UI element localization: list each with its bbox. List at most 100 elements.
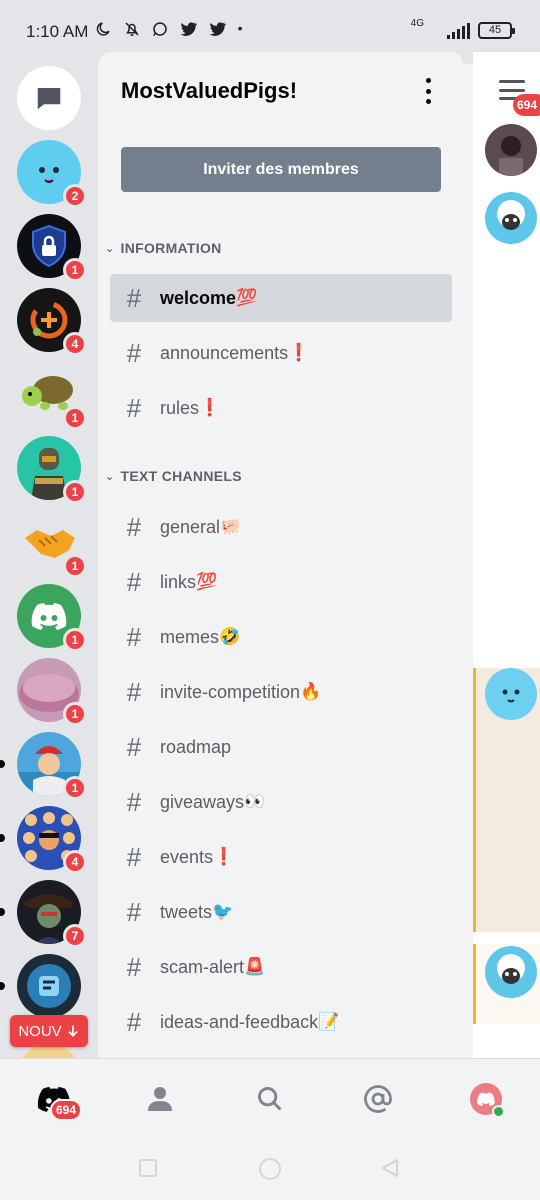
channel-memes[interactable]: # memes 🤣	[110, 613, 452, 661]
bell-off-icon	[125, 22, 139, 36]
server-badge: 4	[63, 850, 87, 874]
status-notification-icons: •	[94, 20, 249, 40]
channel-label: events	[160, 846, 214, 867]
channel-label: welcome	[160, 287, 237, 308]
server-rail: 2 1 4 1 1 1 1 1 1 4 7	[0, 52, 98, 1058]
server-icon[interactable]: 1	[17, 510, 87, 578]
channel-label: general	[160, 516, 221, 537]
discord-logo-icon	[477, 1092, 495, 1106]
hashtag-icon: #	[126, 282, 142, 313]
channel-label: tweets	[160, 901, 213, 922]
server-icon[interactable]: 7	[0, 880, 87, 948]
at-sign-icon	[364, 1085, 392, 1113]
server-icon[interactable]: 1	[0, 732, 87, 800]
chat-peek-panel[interactable]: 694	[473, 52, 540, 1058]
nav-friends[interactable]	[142, 1079, 182, 1119]
server-icon[interactable]: 1	[17, 214, 87, 282]
channel-invite-competition[interactable]: # invite-competition 🔥	[110, 668, 452, 716]
unread-dot	[0, 908, 5, 916]
invite-members-button[interactable]: Inviter des membres	[121, 147, 441, 192]
server-icon[interactable]: 4	[0, 806, 87, 874]
hashtag-icon: #	[126, 786, 142, 817]
server-badge: 1	[63, 480, 87, 504]
hashtag-icon: #	[126, 676, 142, 707]
moon-icon	[96, 22, 110, 36]
channel-emoji: 💯	[236, 288, 258, 307]
server-icon[interactable]	[0, 954, 81, 1018]
message-avatar[interactable]	[485, 946, 537, 998]
channel-emoji: 🐖	[220, 517, 242, 536]
unread-dot	[0, 834, 5, 842]
channel-welcome[interactable]: # welcome 💯	[110, 274, 452, 322]
nav-profile[interactable]	[466, 1079, 506, 1119]
channel-label: rules	[160, 397, 200, 418]
blue-face-icon	[502, 689, 520, 703]
online-status-dot	[492, 1105, 505, 1118]
new-unreads-button[interactable]: NOUV	[10, 1015, 88, 1047]
channel-general[interactable]: # general 🐖	[110, 503, 452, 551]
category-information[interactable]: ⌄ INFORMATION	[105, 240, 222, 256]
hashtag-icon: #	[126, 511, 142, 542]
bottom-navigation: 694	[0, 1058, 540, 1136]
nav-mentions[interactable]	[358, 1079, 398, 1119]
back-icon[interactable]	[380, 1158, 400, 1178]
system-navigation-bar	[0, 1136, 540, 1200]
more-options-icon[interactable]	[423, 78, 433, 104]
friends-icon	[148, 1087, 172, 1111]
server-badge: 1	[63, 258, 87, 282]
channel-emoji: ❗	[288, 343, 310, 362]
channel-links[interactable]: # links 💯	[110, 558, 452, 606]
server-icon[interactable]: 4	[17, 288, 87, 356]
channel-emoji: ❗	[199, 398, 221, 417]
direct-messages-avatar	[17, 66, 81, 130]
status-time: 1:10 AM	[26, 22, 89, 41]
channel-scam-alert[interactable]: # scam-alert 🚨	[110, 943, 452, 991]
channel-emoji: 🤣	[219, 627, 241, 646]
recent-apps-icon[interactable]	[138, 1158, 158, 1178]
chat-bubble-icon	[37, 88, 61, 110]
channel-emoji: 📝	[318, 1012, 340, 1031]
hashtag-icon: #	[126, 731, 142, 762]
sheep-icon	[497, 200, 525, 230]
home-button-icon[interactable]	[257, 1156, 283, 1182]
nav-search[interactable]	[250, 1079, 290, 1119]
direct-messages-button[interactable]	[17, 66, 81, 130]
unread-dot	[0, 982, 5, 990]
channel-panel: MostValuedPigs! Inviter des membres ⌄ IN…	[99, 52, 463, 1058]
server-icon[interactable]: 1	[17, 362, 87, 430]
hashtag-icon: #	[126, 621, 142, 652]
message-avatar[interactable]	[485, 124, 537, 176]
server-badge: 1	[63, 554, 87, 578]
channel-roadmap[interactable]: # roadmap	[110, 723, 452, 771]
channel-emoji: 🔥	[300, 682, 322, 701]
server-icon[interactable]: 1	[17, 658, 87, 726]
arrow-down-icon	[67, 1025, 78, 1037]
server-name[interactable]: MostValuedPigs!	[121, 78, 297, 104]
twitter-icon	[180, 22, 198, 36]
chevron-down-icon: ⌄	[105, 242, 115, 255]
channel-label: ideas-and-feedback	[160, 1011, 319, 1032]
network-type: 4G	[410, 18, 424, 29]
server-icon[interactable]: 1	[17, 436, 87, 504]
message-avatar[interactable]	[485, 192, 537, 244]
search-icon	[258, 1087, 282, 1111]
channel-giveaways[interactable]: # giveaways 👀	[110, 778, 452, 826]
channel-emoji: 🐦	[212, 902, 234, 921]
twitter-icon	[209, 22, 227, 36]
channel-tweets[interactable]: # tweets 🐦	[110, 888, 452, 936]
channel-emoji: 👀	[244, 792, 266, 811]
channel-label: giveaways	[160, 791, 245, 812]
channel-announcements[interactable]: # announcements ❗	[110, 329, 452, 377]
server-icon[interactable]: 2	[17, 140, 87, 208]
channel-label: announcements	[160, 342, 289, 363]
hashtag-icon: #	[126, 566, 142, 597]
category-text-channels[interactable]: ⌄ TEXT CHANNELS	[105, 468, 242, 484]
channel-ideas-and-feedback[interactable]: # ideas-and-feedback 📝	[110, 998, 452, 1046]
server-icon[interactable]: 1	[17, 584, 87, 652]
channel-events[interactable]: # events ❗	[110, 833, 452, 881]
channel-rules[interactable]: # rules ❗	[110, 384, 452, 432]
unread-dot	[0, 760, 5, 768]
hashtag-icon: #	[126, 1006, 142, 1037]
message-avatar[interactable]	[485, 668, 537, 720]
whatsapp-icon	[153, 22, 168, 37]
